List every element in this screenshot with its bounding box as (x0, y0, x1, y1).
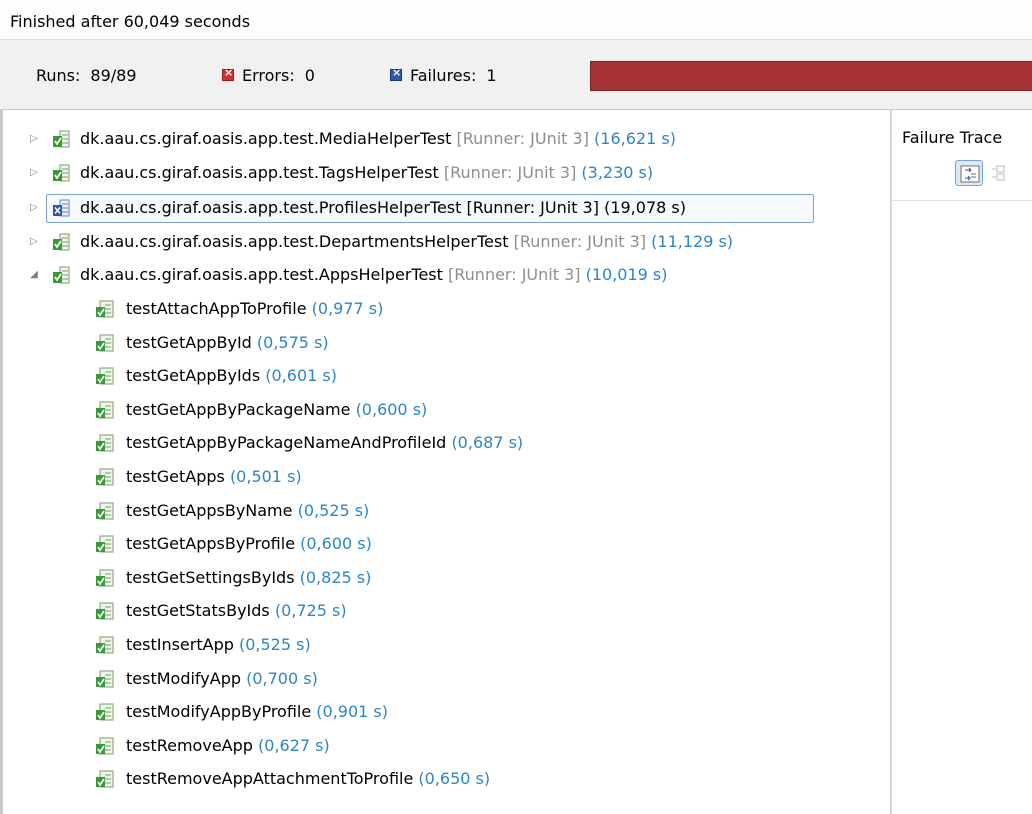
test-name: testGetAppsByProfile (126, 534, 296, 553)
test-name: testGetAppByIds (126, 366, 261, 385)
test-name: testGetAppsByName (126, 501, 293, 520)
test-time: (0,725 s) (274, 601, 347, 620)
filter-stack-icon (960, 165, 980, 183)
errors-value: 0 (304, 66, 315, 85)
suite-name: dk.aau.cs.giraf.oasis.app.test.TagsHelpe… (80, 163, 439, 182)
suite-time: (10,019 s) (585, 265, 668, 284)
suite-time: (16,621 s) (594, 129, 676, 148)
test-time: (0,650 s) (418, 769, 491, 788)
test-pass-icon (96, 502, 114, 520)
test-pass-icon (96, 367, 114, 385)
suite-pass-icon (53, 233, 70, 251)
errors-counter: Errors: 0 (222, 66, 315, 85)
suite-time: (11,129 s) (651, 232, 734, 251)
chevron-down-icon[interactable]: ◢ (28, 262, 40, 288)
suite-time: (3,230 s) (581, 163, 654, 182)
trace-toolbar-separator (892, 200, 1032, 201)
failures-value: 1 (486, 66, 497, 85)
test-name: testModifyAppByProfile (126, 702, 312, 721)
test-time: (0,627 s) (258, 736, 330, 755)
test-name: testInsertApp (126, 635, 234, 654)
test-name: testRemoveAppAttachmentToProfile (126, 769, 414, 788)
test-name: testGetAppByPackageName (126, 400, 351, 419)
test-time: (0,600 s) (300, 534, 372, 553)
test-name: testRemoveApp (126, 736, 253, 755)
suite-runner: [Runner: JUnit 3] (448, 265, 581, 284)
suite-time: (19,078 s) (604, 198, 686, 217)
suite-name: dk.aau.cs.giraf.oasis.app.test.ProfilesH… (80, 198, 462, 217)
chevron-right-icon[interactable]: ▷ (28, 160, 40, 186)
suite-fail-icon (53, 199, 70, 217)
test-name: testGetAppByPackageNameAndProfileId (126, 433, 447, 452)
filter-stack-button[interactable] (955, 160, 983, 186)
error-icon (222, 66, 234, 81)
progress-bar (590, 61, 1032, 91)
test-pass-icon (96, 401, 114, 419)
failures-label: Failures: (410, 66, 477, 85)
test-name: testGetStatsByIds (126, 601, 270, 620)
chevron-right-icon[interactable]: ▷ (28, 229, 40, 255)
test-time: (0,525 s) (297, 501, 370, 520)
test-pass-icon (96, 334, 114, 352)
test-time: (0,575 s) (256, 333, 329, 352)
errors-label: Errors: (242, 66, 295, 85)
test-pass-icon (96, 770, 114, 788)
test-time: (0,700 s) (246, 669, 318, 688)
test-time: (0,501 s) (229, 467, 302, 486)
failure-trace-panel: Failure Trace (892, 110, 1032, 814)
test-pass-icon (96, 468, 114, 486)
runs-counter: Runs: 89/89 (36, 66, 137, 85)
test-pass-icon (96, 602, 114, 620)
test-time: (0,525 s) (238, 635, 311, 654)
test-pass-icon (96, 737, 114, 755)
test-pass-icon (96, 636, 114, 654)
test-name: testGetApps (126, 467, 225, 486)
test-pass-icon (96, 300, 114, 318)
suite-name: dk.aau.cs.giraf.oasis.app.test.AppsHelpe… (80, 265, 443, 284)
runs-value: 89/89 (90, 66, 137, 85)
suite-pass-icon (53, 130, 70, 148)
test-name: testAttachAppToProfile (126, 299, 307, 318)
suite-name: dk.aau.cs.giraf.oasis.app.test.Departmen… (80, 232, 509, 251)
suite-runner: [Runner: JUnit 3] (466, 198, 599, 217)
test-name: testGetAppById (126, 333, 252, 352)
suite-runner: [Runner: JUnit 3] (456, 129, 589, 148)
test-time: (0,977 s) (311, 299, 384, 318)
test-time: (0,687 s) (451, 433, 524, 452)
suite-pass-icon (53, 164, 70, 182)
suite-name: dk.aau.cs.giraf.oasis.app.test.MediaHelp… (80, 129, 452, 148)
chevron-right-icon[interactable]: ▷ (28, 126, 40, 152)
suite-runner: [Runner: JUnit 3] (513, 232, 647, 251)
chevron-right-icon[interactable]: ▷ (28, 195, 40, 221)
test-pass-icon (96, 535, 114, 553)
test-time: (0,901 s) (316, 702, 389, 721)
test-pass-icon (96, 569, 114, 587)
test-name: testModifyApp (126, 669, 241, 688)
test-pass-icon (96, 703, 114, 721)
compare-result-button[interactable] (987, 160, 1007, 186)
failures-counter: Failures: 1 (390, 66, 497, 85)
failure-icon (390, 66, 402, 81)
test-pass-icon (96, 434, 114, 452)
suite-pass-icon (53, 266, 70, 284)
suite-runner: [Runner: JUnit 3] (443, 163, 577, 182)
runs-label: Runs: (36, 66, 81, 85)
test-time: (0,601 s) (265, 366, 337, 385)
compare-icon (992, 165, 1005, 181)
status-message: Finished after 60,049 seconds (0, 0, 1032, 40)
failure-trace-title: Failure Trace (902, 128, 1003, 147)
test-time: (0,600 s) (355, 400, 428, 419)
test-pass-icon (96, 670, 114, 688)
test-name: testGetSettingsByIds (126, 568, 295, 587)
test-time: (0,825 s) (299, 568, 372, 587)
